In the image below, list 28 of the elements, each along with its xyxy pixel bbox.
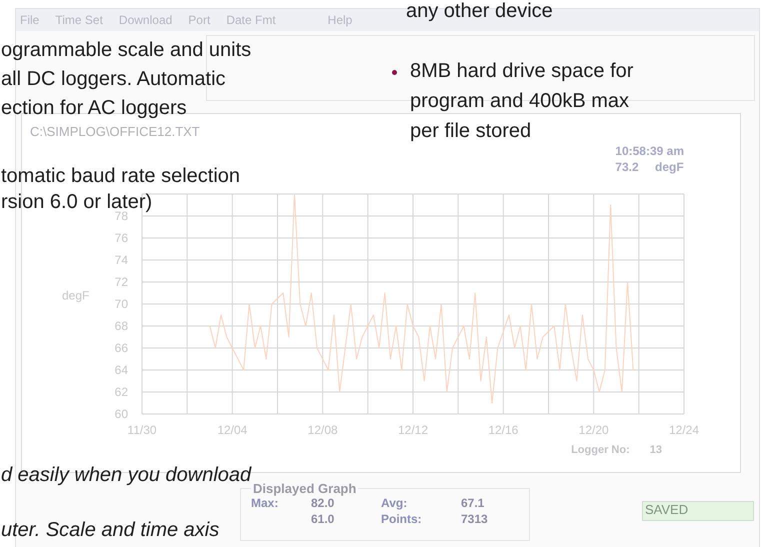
menu-item[interactable]: Help — [328, 13, 352, 27]
menu-item[interactable]: Date Fmt — [226, 13, 276, 27]
menu-item[interactable]: Port — [188, 13, 210, 27]
brochure-text: ogrammable scale and units all DC loggers. Automatic ection for AC loggers — [1, 38, 252, 121]
stat-value: 61.0 — [311, 512, 336, 526]
stat-value: 7313 — [461, 512, 489, 526]
brochure-text: 8MB hard drive space for program and 400kB max per file stored — [410, 59, 634, 144]
logger-label: Logger No: — [571, 444, 630, 456]
reading-time: 10:58:39 am — [615, 144, 684, 158]
stat-value: 82.0 — [311, 496, 336, 510]
bullet-icon — [392, 70, 397, 75]
status-field: SAVED — [642, 501, 754, 521]
menu-item[interactable]: Time Set — [55, 13, 103, 27]
file-path: C:\SIMPLOG\OFFICE12.TXT — [30, 124, 200, 139]
stat-label: Max: — [251, 496, 280, 510]
group-title: Displayed Graph — [252, 481, 358, 496]
stat-value: 67.1 — [461, 496, 486, 510]
brochure-text: tomatic baud rate selection rsion 6.0 or later) — [1, 164, 240, 213]
menu-item[interactable]: Download — [118, 13, 172, 27]
reading-unit: degF — [654, 160, 684, 174]
reading-value: 73.2 — [615, 160, 639, 174]
logger-number: 13 — [650, 444, 662, 456]
brochure-text: d easily when you download — [1, 463, 252, 488]
brochure-text: any other device — [406, 0, 553, 24]
stat-label: Avg: — [381, 496, 408, 510]
menu-item[interactable]: File — [20, 13, 40, 27]
brochure-text: uter. Scale and time axis — [1, 518, 220, 543]
stat-label: Points: — [381, 512, 423, 526]
